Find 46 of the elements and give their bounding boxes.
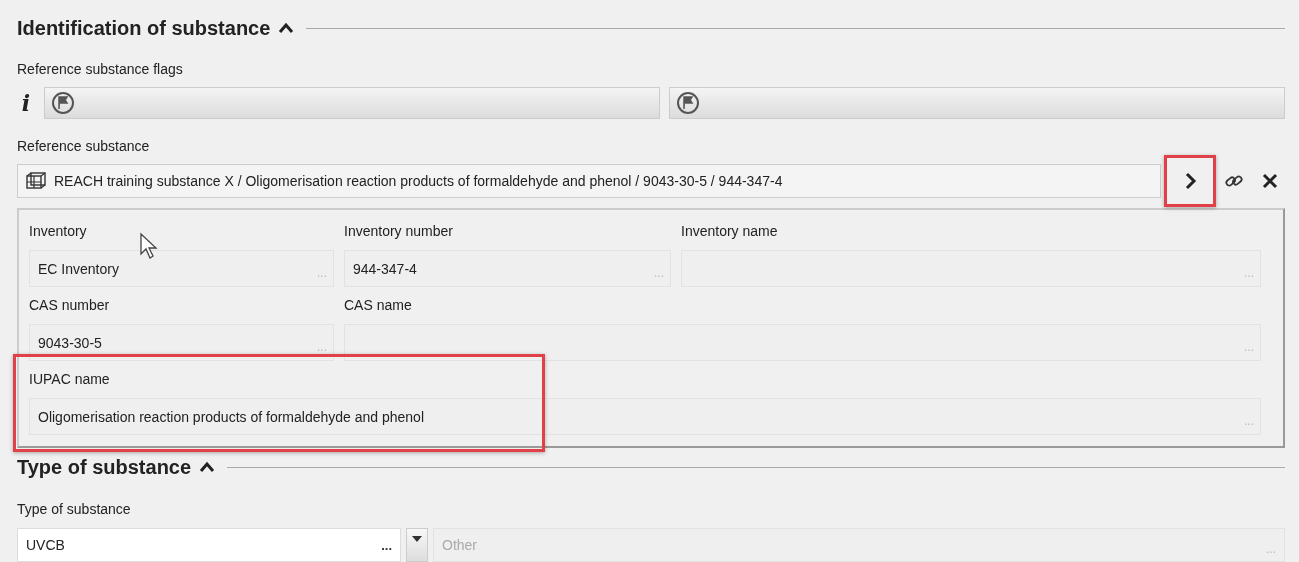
picker-button[interactable]: ... — [317, 266, 327, 286]
field-label: Inventory number — [344, 222, 453, 241]
picker-button[interactable]: ... — [317, 340, 327, 360]
picker-button[interactable]: ... — [1266, 542, 1276, 561]
collapse-icon[interactable] — [199, 461, 216, 473]
flags-field[interactable] — [44, 87, 660, 119]
text-field[interactable]: ... — [681, 250, 1261, 287]
flags-field[interactable] — [669, 87, 1285, 119]
text-field[interactable]: EC Inventory ... — [29, 250, 334, 287]
picker-button[interactable]: ... — [1244, 266, 1254, 286]
section-title: Type of substance — [17, 455, 192, 479]
field-value: UVCB — [26, 537, 66, 553]
field-label: IUPAC name — [29, 370, 110, 389]
field-placeholder: Other — [442, 537, 478, 553]
field-value: Oligomerisation reaction products of formaldehyde and phenol — [38, 408, 425, 425]
field-label: Reference substance flags — [17, 60, 183, 79]
field-label: CAS name — [344, 296, 412, 315]
reference-field[interactable]: REACH training substance X / Oligomerisation reaction products of formaldehyde and phenol / 9043-30-5 / 944-347-4 — [17, 164, 1161, 198]
picker-button[interactable]: ... — [1244, 340, 1254, 360]
section-title: Identification of substance — [17, 16, 271, 40]
chevron-icon — [1183, 172, 1197, 190]
field-label: CAS number — [29, 296, 110, 315]
flag-icon — [51, 91, 75, 115]
field-value: EC Inventory — [38, 260, 120, 277]
text-field[interactable]: 944-347-4 ... — [344, 250, 671, 287]
picker-button[interactable]: ... — [654, 266, 664, 286]
field-value: 9043-30-5 — [38, 334, 103, 351]
field-value: 944-347-4 — [353, 260, 418, 277]
structure-icon — [24, 171, 48, 191]
pointer-icon — [138, 232, 160, 260]
field-label: Type of substance — [17, 500, 131, 519]
picker-button[interactable]: ... — [1244, 414, 1254, 434]
info-icon[interactable]: i — [17, 90, 35, 116]
picker-button[interactable]: ... — [381, 537, 392, 553]
field-label: Inventory — [29, 222, 87, 241]
text-field[interactable]: ... — [344, 324, 1261, 361]
collapse-icon[interactable] — [278, 22, 295, 34]
flag-icon — [676, 91, 700, 115]
text-field[interactable]: Oligomerisation reaction products of formaldehyde and phenol ... — [29, 398, 1261, 435]
type-field[interactable]: UVCB ... — [17, 528, 401, 562]
field-label: Inventory name — [681, 222, 778, 241]
other-field[interactable]: Other ... — [433, 528, 1285, 562]
dropdown-button[interactable] — [406, 528, 428, 562]
field-value: REACH training substance X / Oligomerisation reaction products of formaldehyde and phenol / 9043-30-5 / 944-347-4 — [54, 173, 783, 189]
field-label: Reference substance — [17, 137, 150, 156]
caret-icon — [411, 535, 423, 543]
